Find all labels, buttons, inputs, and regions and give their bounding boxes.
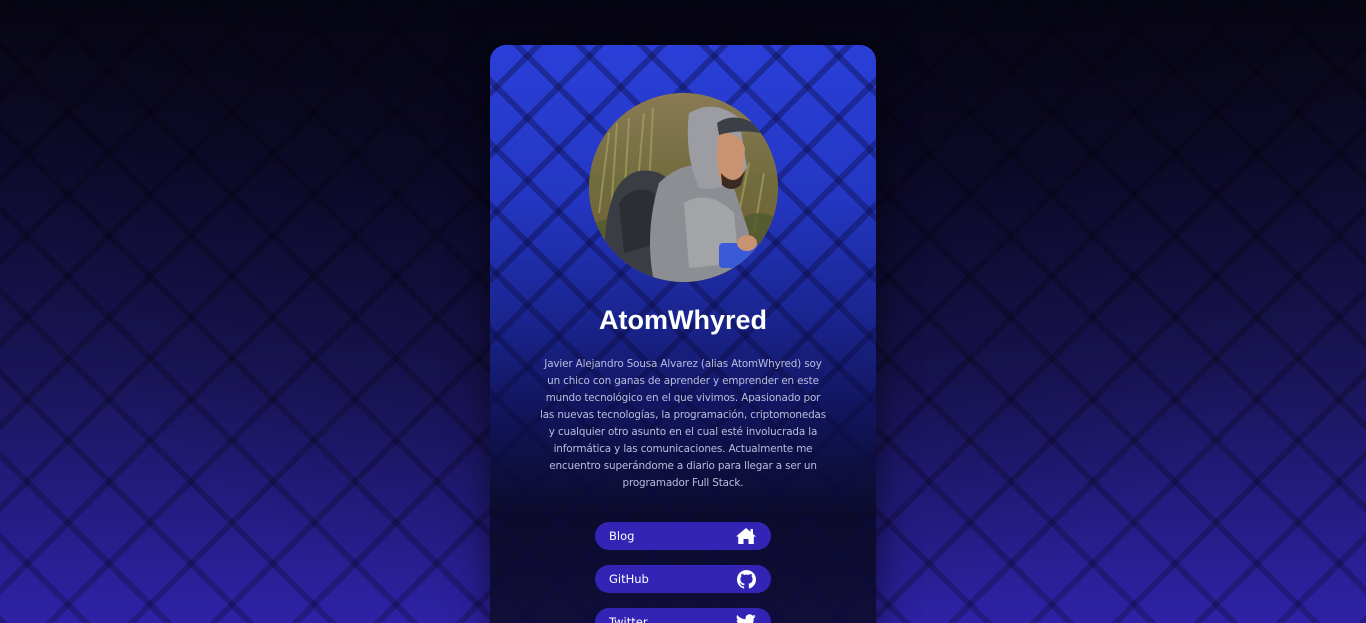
blog-link-button[interactable]: Blog — [595, 522, 771, 550]
home-icon — [735, 526, 757, 546]
github-link-button[interactable]: GitHub — [595, 565, 771, 593]
twitter-link-button[interactable]: Twitter — [595, 608, 771, 623]
github-link-label: GitHub — [609, 572, 649, 586]
links-list: Blog GitHub Twitter — [595, 522, 771, 623]
profile-bio: Javier Alejandro Sousa Alvarez (alias At… — [539, 358, 827, 489]
blog-link-label: Blog — [609, 529, 635, 543]
twitter-icon — [735, 612, 757, 623]
twitter-link-label: Twitter — [609, 615, 648, 623]
profile-name: AtomWhyred — [599, 305, 767, 335]
github-icon — [735, 569, 757, 589]
profile-card: AtomWhyred Javier Alejandro Sousa Alvare… — [490, 45, 876, 623]
profile-avatar — [589, 93, 778, 282]
